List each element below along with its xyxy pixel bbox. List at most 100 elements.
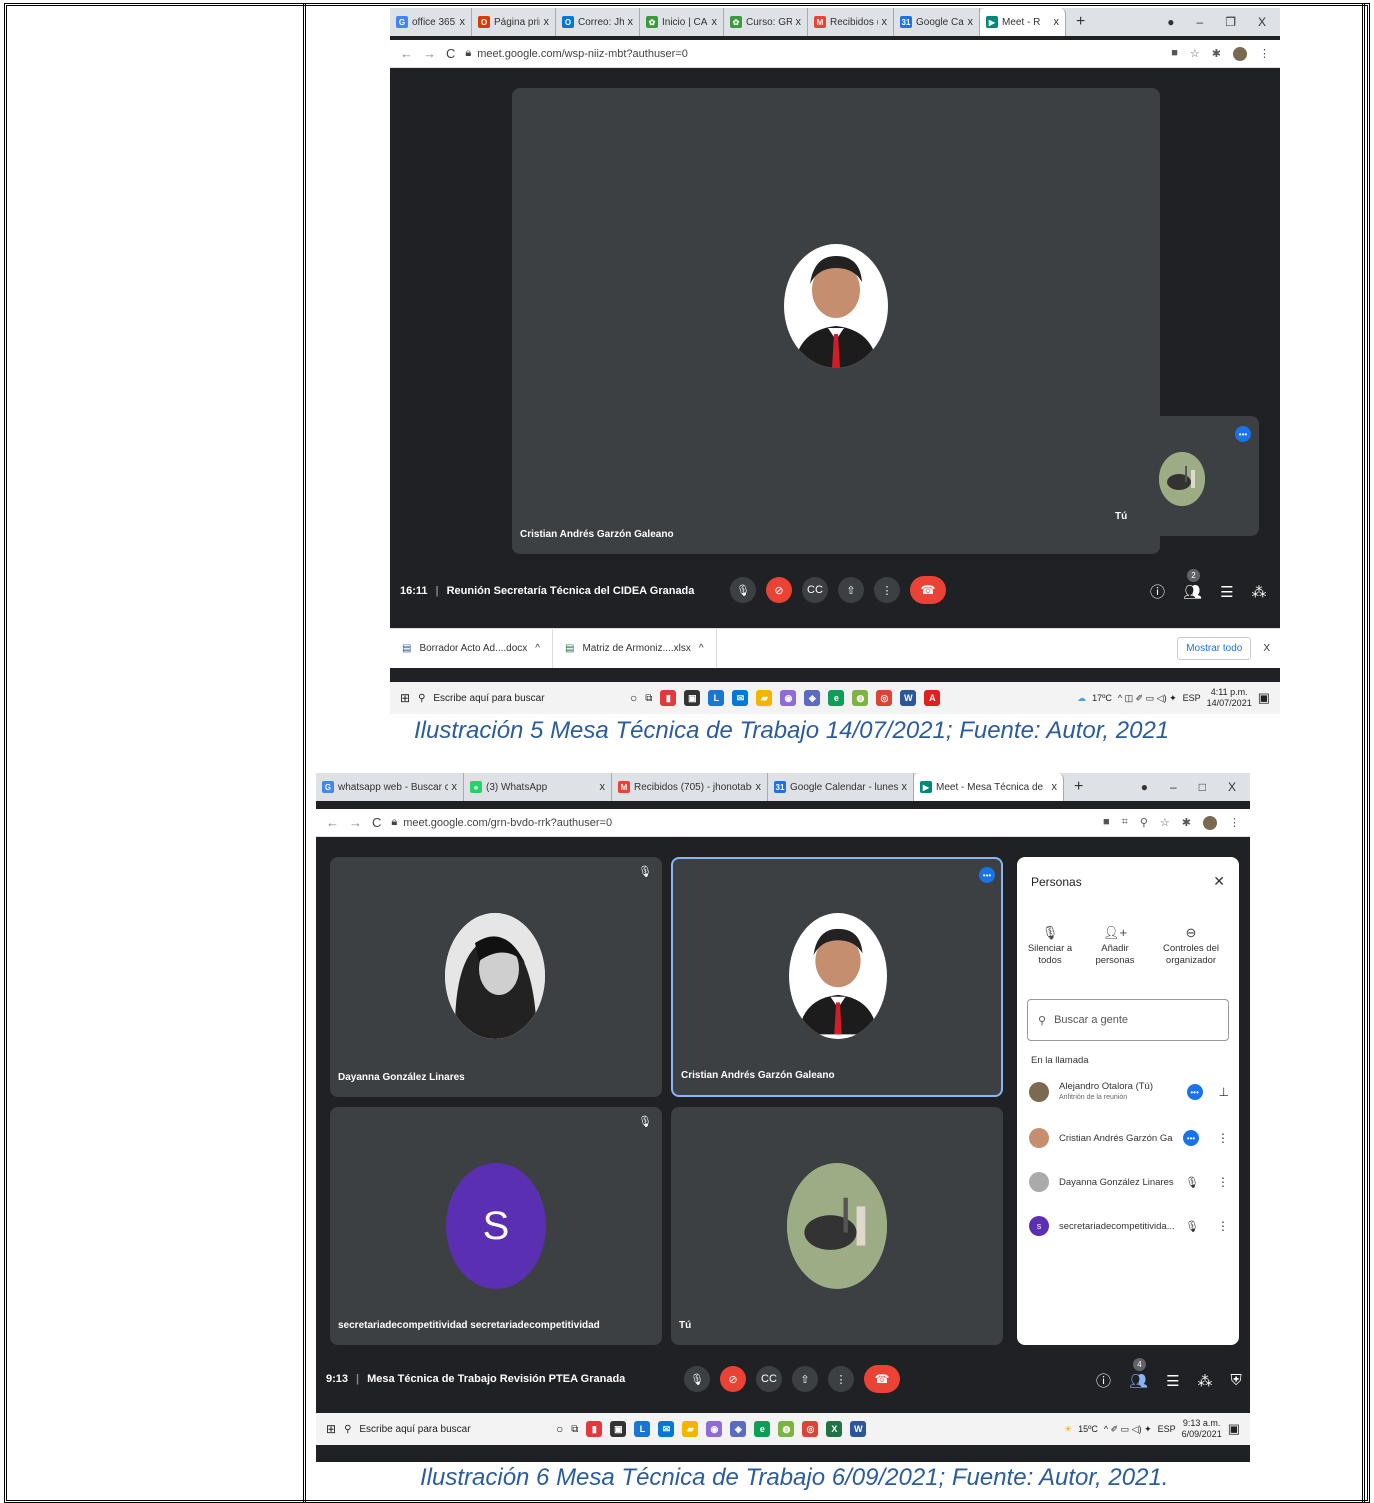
- mail-icon[interactable]: ✉: [658, 1421, 675, 1437]
- menu-icon[interactable]: ⋮: [1229, 816, 1240, 830]
- more-options-icon[interactable]: ⋮: [828, 1366, 854, 1392]
- app-icon[interactable]: ◈: [804, 690, 821, 706]
- person-row[interactable]: s secretariadecompetitivida... 🎙︎ ⋮: [1029, 1211, 1229, 1241]
- close-tab-icon[interactable]: x: [628, 16, 634, 28]
- tile-options-icon[interactable]: •••: [1235, 426, 1251, 442]
- host-controls-button[interactable]: ⊖ Controles del organizador: [1159, 926, 1223, 967]
- tile-options-icon[interactable]: •••: [979, 867, 995, 883]
- end-call-icon[interactable]: ☎: [864, 1365, 900, 1393]
- close-tab-icon[interactable]: x: [544, 16, 550, 28]
- camera-off-icon[interactable]: ⊘: [720, 1366, 746, 1392]
- close-tab-icon[interactable]: x: [796, 16, 802, 28]
- app-icon[interactable]: ▮: [660, 690, 677, 706]
- notifications-icon[interactable]: ▣: [1228, 1421, 1240, 1437]
- browser-tab[interactable]: ● (3) WhatsApp x: [464, 773, 612, 801]
- person-row[interactable]: Dayanna González Linares 🎙︎ ⋮: [1029, 1167, 1229, 1197]
- app-icon[interactable]: ◍: [852, 690, 869, 706]
- browser-tab[interactable]: O Página princip x: [472, 8, 556, 36]
- options-icon[interactable]: •••: [1186, 1084, 1203, 1100]
- profile-icon[interactable]: ●: [1167, 15, 1174, 29]
- user-avatar-icon[interactable]: [1233, 46, 1247, 61]
- pdf-icon[interactable]: A: [924, 690, 941, 706]
- url-field[interactable]: 🔒︎ meet.google.com/grn-bvdo-rrk?authuser=…: [391, 816, 1093, 829]
- chrome-icon[interactable]: ◎: [876, 690, 893, 706]
- close-tab-icon[interactable]: x: [968, 16, 974, 28]
- windows-start-icon[interactable]: ⊞: [326, 1422, 336, 1436]
- app-l-icon[interactable]: L: [708, 690, 725, 706]
- back-icon[interactable]: ←: [400, 46, 413, 61]
- excel-icon[interactable]: X: [826, 1421, 843, 1437]
- windows-start-icon[interactable]: ⊞: [400, 691, 410, 705]
- mic-icon[interactable]: 🎙︎: [730, 577, 756, 603]
- new-tab-icon[interactable]: +: [1066, 8, 1095, 36]
- close-tab-icon[interactable]: x: [600, 781, 606, 793]
- chevron-up-icon[interactable]: ^: [699, 643, 704, 654]
- browser-tab[interactable]: M Recibidos (6! x: [808, 8, 894, 36]
- task-view-icon[interactable]: ⧉: [571, 1424, 578, 1435]
- close-tab-icon[interactable]: x: [902, 781, 908, 793]
- chat-icon[interactable]: ☰: [1166, 1372, 1179, 1390]
- people-icon[interactable]: 👥︎ 4: [1129, 1357, 1148, 1390]
- task-view-icon[interactable]: ⧉: [645, 693, 652, 704]
- clock[interactable]: 9:13 a.m. 6/09/2021: [1182, 1418, 1222, 1440]
- notifications-icon[interactable]: ▣: [1258, 690, 1270, 706]
- browser-tab[interactable]: 31 Google Calen x: [894, 8, 980, 36]
- present-icon[interactable]: ⇧: [838, 577, 864, 603]
- end-call-icon[interactable]: ☎: [910, 576, 946, 604]
- captions-icon[interactable]: CC: [756, 1366, 782, 1392]
- activities-icon[interactable]: ⁂: [1252, 583, 1267, 601]
- folder-icon[interactable]: ▰: [756, 690, 773, 706]
- info-icon[interactable]: ⓘ: [1096, 1370, 1111, 1391]
- camera-icon[interactable]: ■: [1171, 47, 1178, 61]
- edge-icon[interactable]: e: [828, 690, 845, 706]
- close-tab-icon[interactable]: x: [882, 16, 888, 28]
- app-icon[interactable]: ◈: [730, 1421, 747, 1437]
- close-downloads-icon[interactable]: X: [1263, 643, 1270, 654]
- mute-all-button[interactable]: 🎙︎ Silenciar a todos: [1025, 926, 1075, 967]
- person-row[interactable]: Cristian Andrés Garzón Ga... ••• ⋮: [1029, 1123, 1229, 1153]
- app-l-icon[interactable]: L: [634, 1421, 651, 1437]
- minimize-icon[interactable]: –: [1170, 780, 1177, 794]
- activities-icon[interactable]: ⁂: [1198, 1372, 1213, 1390]
- chevron-up-icon[interactable]: ^: [535, 643, 540, 654]
- browser-tab[interactable]: Goffice 365 - B x: [390, 8, 472, 36]
- browser-tab[interactable]: M Recibidos (705) - jhonotabo x: [612, 773, 768, 801]
- show-all-button[interactable]: Mostrar todo: [1177, 637, 1252, 660]
- info-icon[interactable]: ⓘ: [1150, 581, 1165, 602]
- clock[interactable]: 4:11 p.m. 14/07/2021: [1207, 687, 1252, 709]
- reload-icon[interactable]: C: [446, 46, 455, 61]
- url-field[interactable]: 🔒︎ meet.google.com/wsp-niiz-mbt?authuser=…: [465, 47, 1161, 60]
- people-icon[interactable]: 👥︎ 2: [1183, 568, 1202, 601]
- word-icon[interactable]: W: [850, 1421, 867, 1437]
- browser-tab[interactable]: O Correo: Jhon x: [556, 8, 640, 36]
- close-tab-icon[interactable]: x: [712, 16, 718, 28]
- taskbar-search[interactable]: ⊞ ⚲ Escribe aquí para buscar: [390, 682, 630, 714]
- extensions-icon[interactable]: ✱: [1212, 47, 1221, 61]
- more-options-icon[interactable]: ⋮: [874, 577, 900, 603]
- captions-icon[interactable]: CC: [802, 577, 828, 603]
- close-tab-icon[interactable]: x: [1052, 781, 1058, 793]
- host-safety-icon[interactable]: ⛨: [1231, 1372, 1242, 1389]
- close-window-icon[interactable]: X: [1258, 15, 1266, 29]
- edge-icon[interactable]: e: [754, 1421, 771, 1437]
- translate-icon[interactable]: ⌗: [1122, 816, 1128, 830]
- store-icon[interactable]: ▣: [610, 1421, 627, 1437]
- app-icon[interactable]: ◍: [778, 1421, 795, 1437]
- back-icon[interactable]: ←: [326, 815, 339, 830]
- star-icon[interactable]: ☆: [1190, 47, 1200, 61]
- new-tab-icon[interactable]: +: [1064, 773, 1093, 801]
- store-icon[interactable]: ▣: [684, 690, 701, 706]
- browser-tab[interactable]: Gwhatsapp web - Buscar con x: [316, 773, 464, 801]
- star-icon[interactable]: ☆: [1160, 816, 1170, 830]
- app-icon[interactable]: ▮: [586, 1421, 603, 1437]
- browser-tab[interactable]: 31 Google Calendar - lunes, 6 de x: [768, 773, 914, 801]
- user-avatar-icon[interactable]: [1203, 815, 1217, 830]
- app-icon[interactable]: ◉: [780, 690, 797, 706]
- mic-icon[interactable]: 🎙︎: [684, 1366, 710, 1392]
- more-icon[interactable]: ⋮: [1217, 1131, 1229, 1145]
- chrome-icon[interactable]: ◎: [802, 1421, 819, 1437]
- browser-tab[interactable]: ▶ Meet - R x: [980, 8, 1066, 36]
- close-tab-icon[interactable]: x: [460, 16, 466, 28]
- more-icon[interactable]: ⋮: [1217, 1175, 1229, 1189]
- language[interactable]: ESP: [1158, 1424, 1176, 1434]
